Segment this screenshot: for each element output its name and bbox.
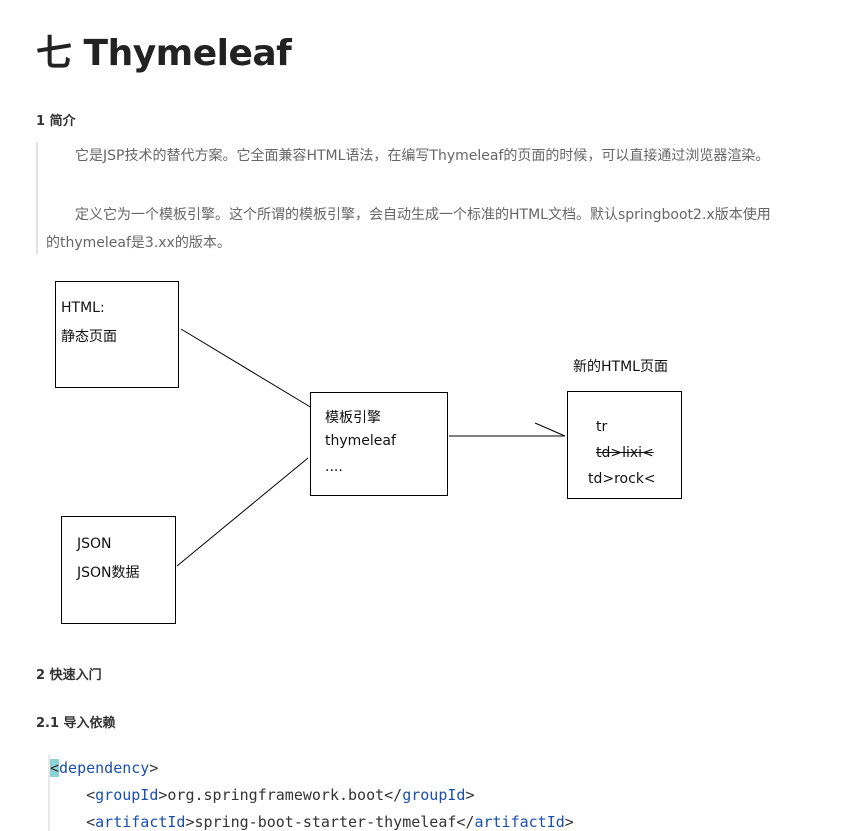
artifactid-open-tag: artifactId bbox=[95, 813, 186, 831]
html-static-page-box: HTML: 静态页面 bbox=[55, 281, 179, 388]
result-box-line-1: tr bbox=[596, 419, 608, 435]
template-engine-diagram: HTML: 静态页面 JSON JSON数据 模板引擎 thymeleaf ..… bbox=[0, 270, 841, 640]
connector-json-to-engine bbox=[176, 457, 309, 567]
result-box-line-2: td>lixi< bbox=[596, 445, 654, 461]
section-2-title: 2 快速入门 bbox=[36, 668, 102, 683]
engine-box-line-1: 模板引擎 bbox=[325, 410, 381, 426]
code-line-1: <dependency> bbox=[50, 759, 159, 777]
code-line-2: <groupId>org.springframework.boot</group… bbox=[50, 786, 475, 804]
new-html-page-box: tr td>lixi< td>rock< bbox=[567, 391, 682, 499]
intro-paragraph-1: 它是JSP技术的替代方案。它全面兼容HTML语法，在编写Thymeleaf的页面… bbox=[75, 148, 770, 164]
groupid-value: org.springframework.boot bbox=[167, 786, 385, 804]
section-1-title: 1 简介 bbox=[36, 114, 76, 129]
engine-box-line-3: .... bbox=[325, 459, 343, 475]
intro-blockquote: 它是JSP技术的替代方案。它全面兼容HTML语法，在编写Thymeleaf的页面… bbox=[36, 142, 798, 254]
engine-box-line-2: thymeleaf bbox=[325, 433, 396, 449]
html-box-line-2: 静态页面 bbox=[61, 329, 117, 345]
artifactid-value: spring-boot-starter-thymeleaf bbox=[194, 813, 457, 831]
section-2-1-title: 2.1 导入依赖 bbox=[36, 716, 116, 731]
code-block[interactable]: <dependency> <groupId>org.springframewor… bbox=[48, 755, 810, 831]
artifactid-close-tag: artifactId bbox=[474, 813, 565, 831]
page-title: 七 Thymeleaf bbox=[36, 33, 292, 74]
connector-arrow-tick bbox=[534, 422, 566, 437]
json-data-box: JSON JSON数据 bbox=[61, 516, 176, 624]
result-box-line-3: td>rock< bbox=[588, 471, 656, 487]
json-box-line-2: JSON数据 bbox=[77, 565, 140, 581]
connector-html-to-engine bbox=[180, 328, 313, 409]
code-line-3: <artifactId>spring-boot-starter-thymelea… bbox=[50, 813, 574, 831]
template-engine-box: 模板引擎 thymeleaf .... bbox=[310, 392, 448, 496]
new-html-page-label: 新的HTML页面 bbox=[573, 359, 668, 375]
groupid-close-tag: groupId bbox=[402, 786, 466, 804]
intro-paragraph-2: 定义它为一个模板引擎。这个所谓的模板引擎，会自动生成一个标准的HTML文档。默认… bbox=[46, 207, 771, 251]
dependency-tag: dependency bbox=[59, 759, 150, 777]
html-box-line-1: HTML: bbox=[61, 300, 105, 316]
groupid-open-tag: groupId bbox=[95, 786, 159, 804]
document-page: 七 Thymeleaf 1 简介 它是JSP技术的替代方案。它全面兼容HTML语… bbox=[0, 0, 841, 831]
json-box-line-1: JSON bbox=[77, 536, 112, 552]
